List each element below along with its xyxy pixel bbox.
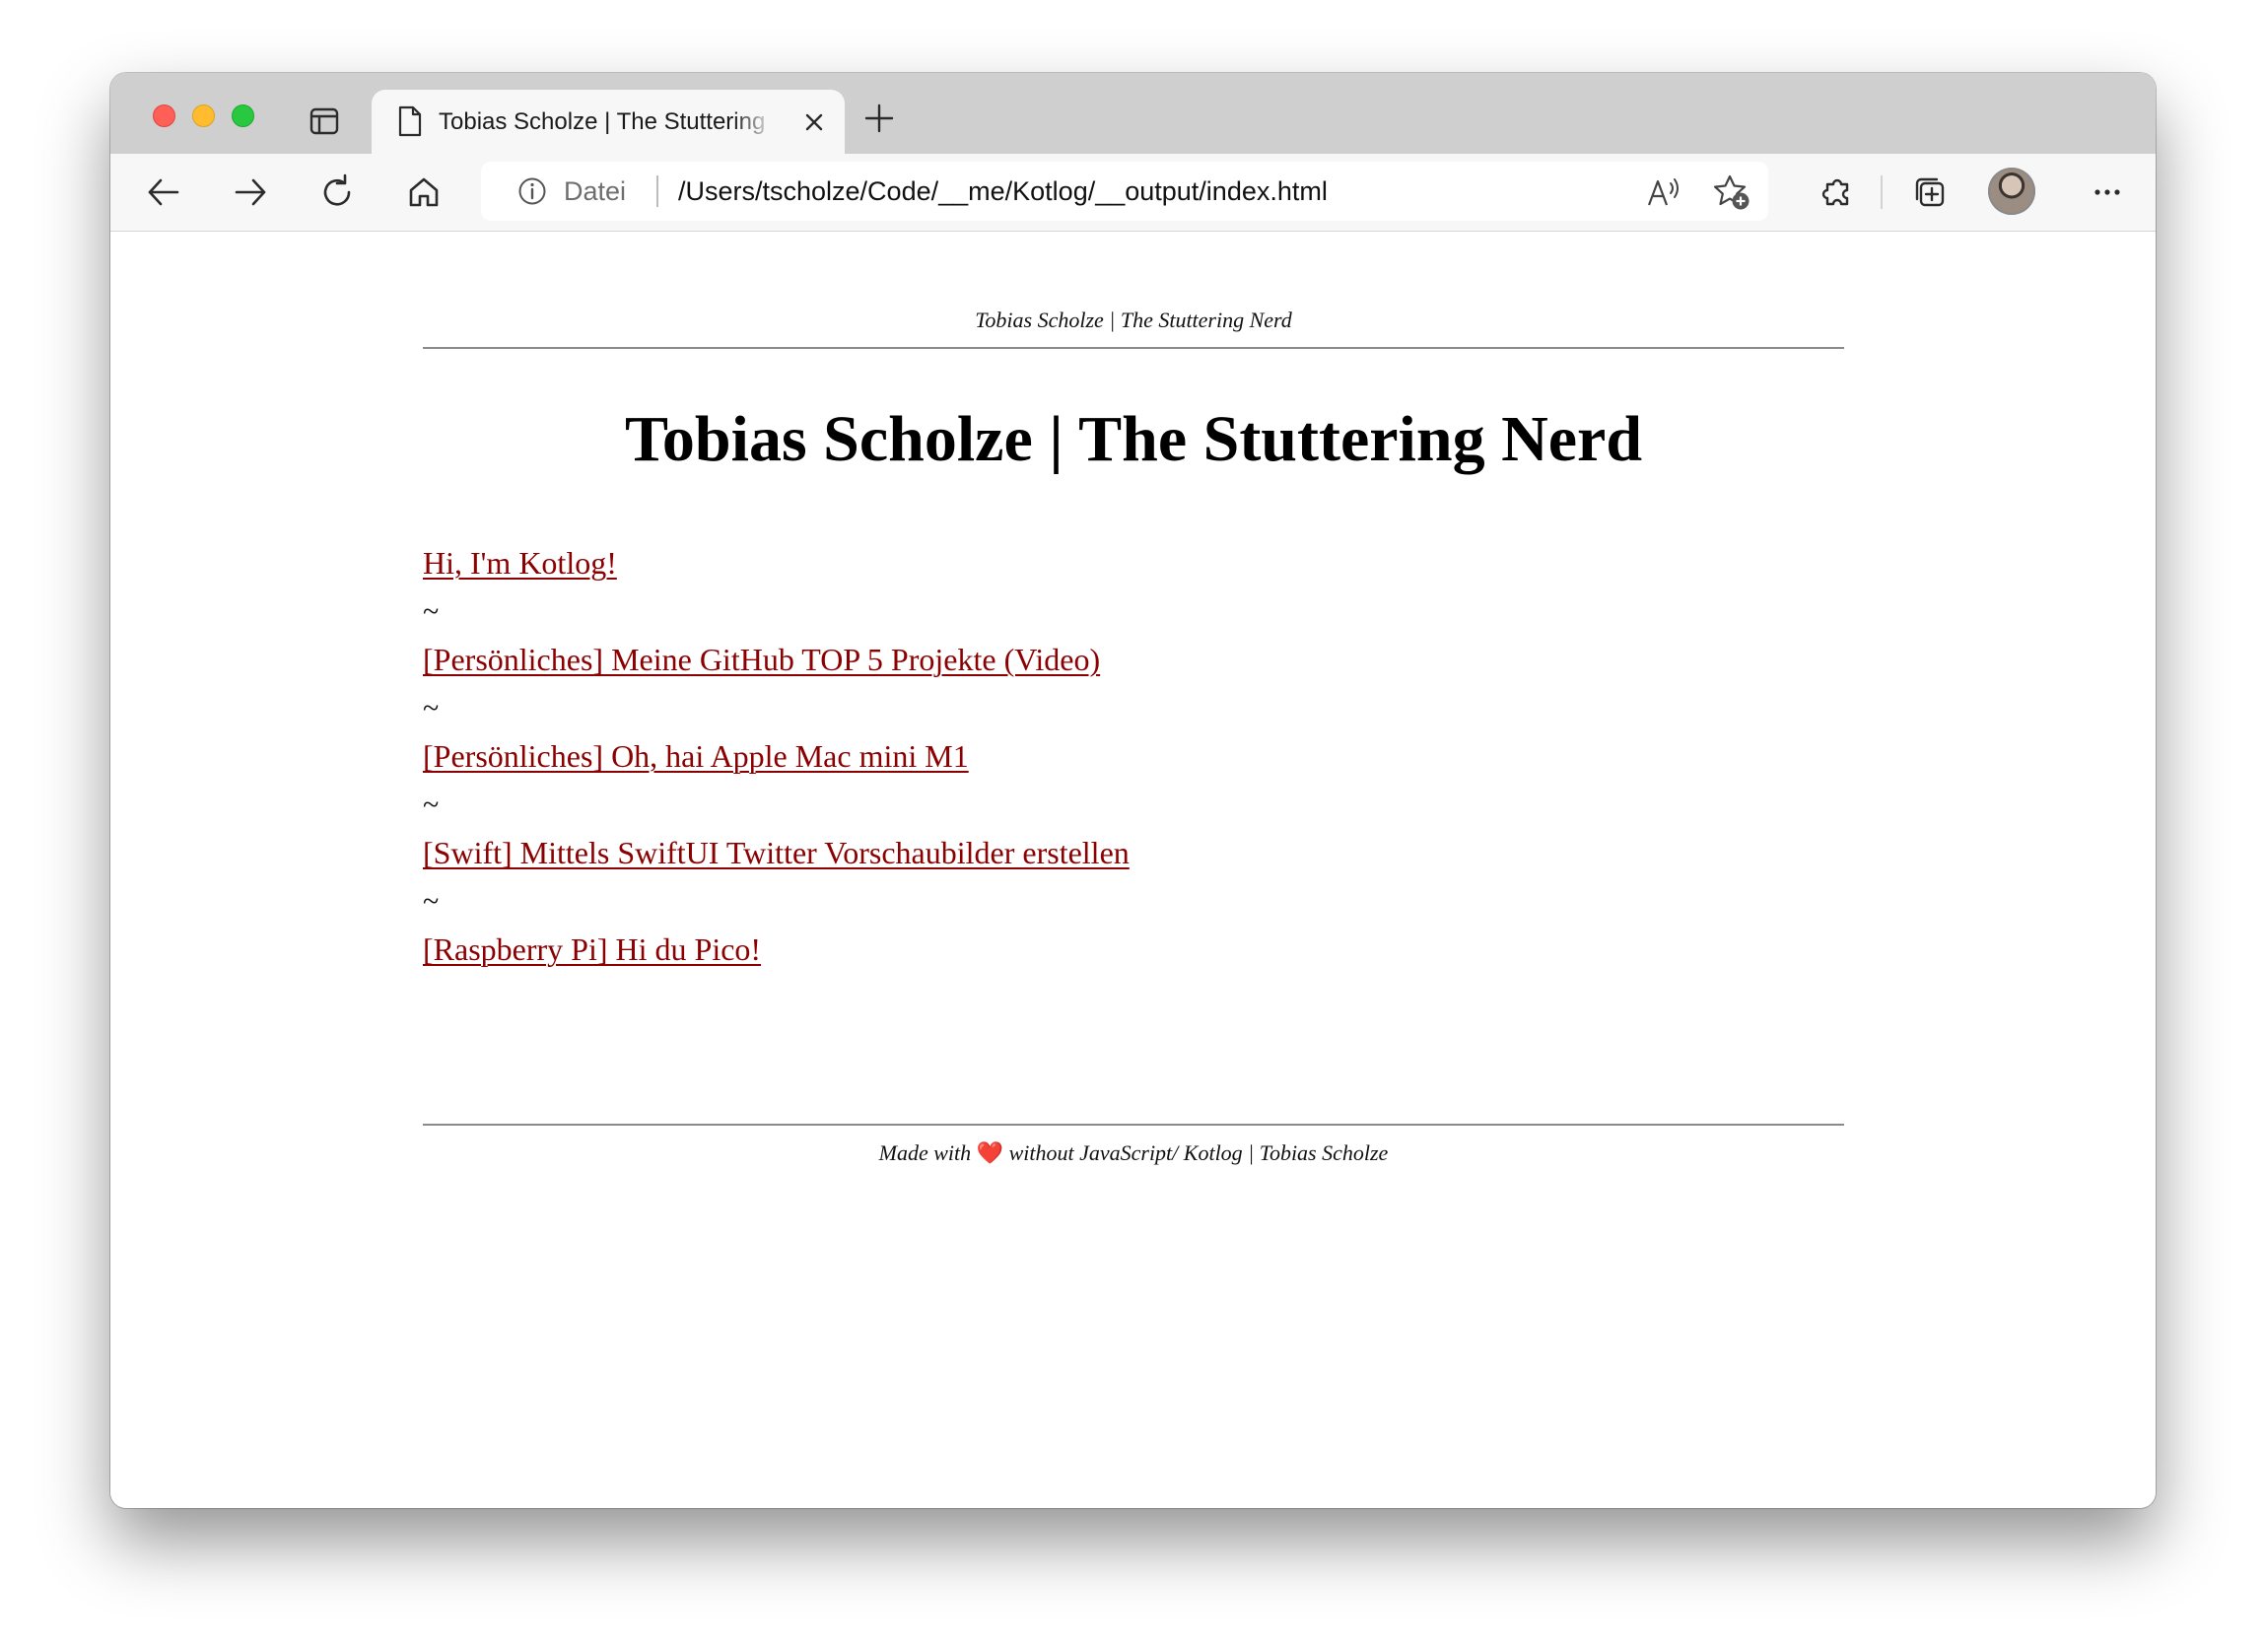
read-aloud-icon[interactable] (1646, 175, 1682, 209)
footer-text-end: without JavaScript/ Kotlog | Tobias Scho… (1003, 1140, 1389, 1165)
tab-active[interactable]: Tobias Scholze | The Stuttering Nerd (372, 90, 845, 154)
list-item: [Persönliches] Oh, hai Apple Mac mini M1 (423, 732, 1844, 781)
address-separator (656, 175, 658, 207)
post-link-1[interactable]: Hi, I'm Kotlog! (423, 545, 617, 581)
arrow-left-icon[interactable] (144, 172, 183, 212)
star-plus-icon[interactable] (1713, 173, 1750, 211)
post-link-5[interactable]: [Raspberry Pi] Hi du Pico! (423, 931, 761, 967)
arrow-right-icon[interactable] (231, 172, 270, 212)
post-list: Hi, I'm Kotlog! ~ [Persönliches] Meine G… (423, 539, 1844, 974)
page-viewport: Tobias Scholze | The Stuttering Nerd Tob… (110, 232, 2156, 1508)
plus-icon[interactable] (863, 103, 895, 134)
list-item: [Swift] Mittels SwiftUI Twitter Vorschau… (423, 829, 1844, 877)
more-icon[interactable] (2088, 172, 2127, 212)
list-item: [Persönliches] Meine GitHub TOP 5 Projek… (423, 636, 1844, 684)
tab-actions-icon[interactable] (309, 107, 339, 135)
address-scheme-label: Datei (564, 176, 627, 206)
refresh-icon[interactable] (317, 172, 357, 212)
page-icon (398, 105, 422, 137)
post-separator: ~ (423, 789, 440, 821)
list-item: [Raspberry Pi] Hi du Pico! (423, 926, 1844, 974)
post-separator: ~ (423, 692, 440, 724)
header-divider (423, 347, 1844, 349)
post-link-4[interactable]: [Swift] Mittels SwiftUI Twitter Vorschau… (423, 835, 1130, 870)
post-link-2[interactable]: [Persönliches] Meine GitHub TOP 5 Projek… (423, 642, 1100, 677)
footer-divider (423, 1124, 1844, 1126)
toolbar-divider (1881, 175, 1883, 209)
screenshot-stage: Tobias Scholze | The Stuttering Nerd (0, 0, 2265, 1652)
list-item: Hi, I'm Kotlog! (423, 539, 1844, 587)
address-url[interactable]: /Users/tscholze/Code/__me/Kotlog/__outpu… (678, 174, 1328, 208)
post-separator: ~ (423, 885, 440, 918)
minimize-window-button[interactable] (192, 104, 215, 127)
avatar[interactable] (1988, 168, 2035, 215)
browser-window: Tobias Scholze | The Stuttering Nerd (110, 73, 2156, 1508)
collections-icon[interactable] (1910, 172, 1950, 212)
zoom-window-button[interactable] (232, 104, 254, 127)
close-icon[interactable] (803, 111, 825, 133)
puzzle-icon[interactable] (1818, 172, 1857, 212)
site-footer: Made with ❤️ without JavaScript/ Kotlog … (423, 1139, 1844, 1167)
post-link-3[interactable]: [Persönliches] Oh, hai Apple Mac mini M1 (423, 738, 969, 774)
page-title: Tobias Scholze | The Stuttering Nerd (624, 403, 1643, 475)
address-bar[interactable]: Datei /Users/tscholze/Code/__me/Kotlog/_… (481, 162, 1768, 221)
home-icon[interactable] (404, 172, 444, 212)
close-window-button[interactable] (153, 104, 175, 127)
heart-icon: ❤️ (976, 1140, 1004, 1165)
tab-strip: Tobias Scholze | The Stuttering Nerd (110, 73, 2156, 154)
footer-text-start: Made with (878, 1140, 977, 1165)
browser-toolbar: Datei /Users/tscholze/Code/__me/Kotlog/_… (110, 154, 2156, 232)
tab-title: Tobias Scholze | The Stuttering Nerd (439, 108, 774, 135)
site-header: Tobias Scholze | The Stuttering Nerd (975, 308, 1292, 332)
info-icon[interactable] (517, 176, 547, 206)
post-separator: ~ (423, 595, 440, 628)
